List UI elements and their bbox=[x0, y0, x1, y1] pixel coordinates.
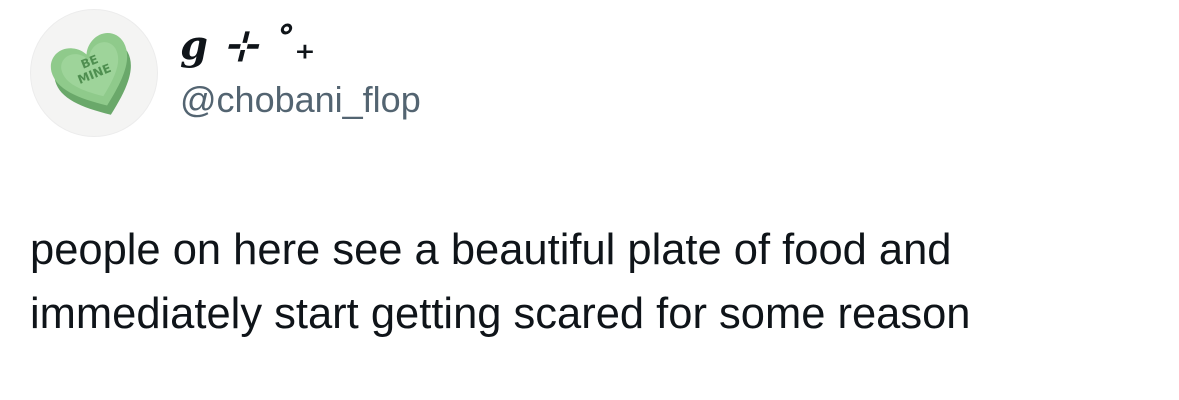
candy-heart-icon: BE MINE bbox=[50, 33, 131, 115]
user-handle[interactable]: @chobani_flop bbox=[180, 78, 421, 122]
author-names: g ⊹ ˚₊ @chobani_flop bbox=[180, 22, 421, 122]
tweet-header: BE MINE g ⊹ ˚₊ @chobani_flop bbox=[30, 8, 421, 138]
display-name[interactable]: g ⊹ ˚₊ bbox=[180, 20, 421, 72]
avatar[interactable]: BE MINE bbox=[30, 9, 158, 137]
tweet-text: people on here see a beautiful plate of … bbox=[30, 226, 971, 338]
tweet-card: BE MINE g ⊹ ˚₊ @chobani_flop people on h… bbox=[0, 0, 1179, 400]
